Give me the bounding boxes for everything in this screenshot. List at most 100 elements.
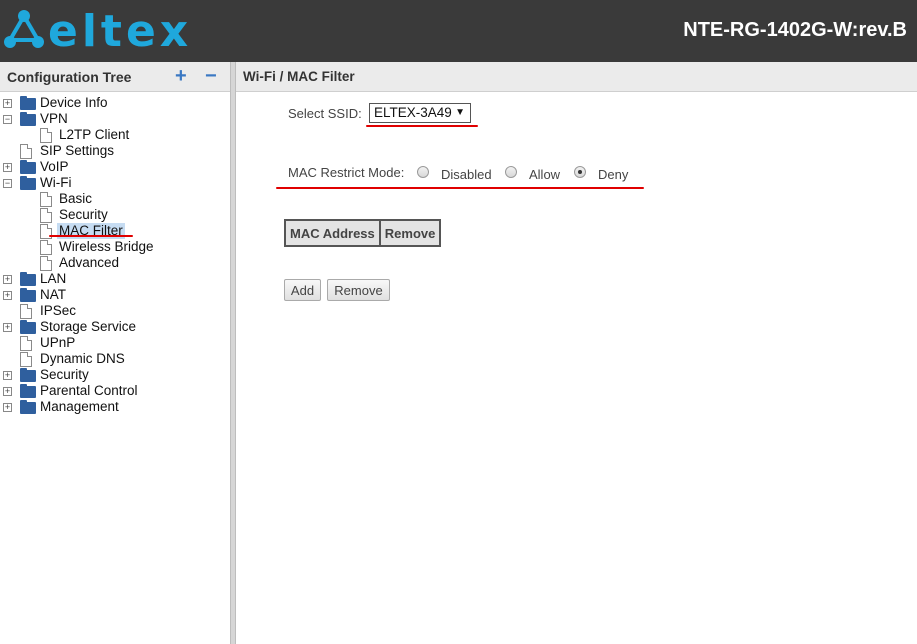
tree-item-storage-service[interactable]: + Storage Service — [0, 319, 230, 335]
radio-disabled[interactable] — [417, 166, 429, 178]
top-header: eltex NTE-RG-1402G-W:rev.B — [0, 0, 917, 62]
folder-icon — [20, 272, 36, 286]
column-remove: Remove — [378, 219, 442, 247]
tree-item-nat[interactable]: + NAT — [0, 287, 230, 303]
folder-icon — [20, 176, 36, 190]
column-mac-address: MAC Address — [284, 219, 381, 247]
folder-icon — [20, 400, 36, 414]
breadcrumb: Wi-Fi / MAC Filter — [243, 69, 355, 84]
tree-item-wifi-security[interactable]: Security — [0, 207, 230, 223]
expand-icon[interactable]: + — [3, 323, 12, 332]
expand-icon[interactable]: + — [3, 387, 12, 396]
tree-item-wireless-bridge[interactable]: Wireless Bridge — [0, 239, 230, 255]
tree-item-label: VoIP — [40, 159, 69, 174]
tree-item-ipsec[interactable]: IPSec — [0, 303, 230, 319]
folder-icon — [20, 384, 36, 398]
brand-name: eltex — [48, 6, 193, 57]
tree-item-label: UPnP — [40, 335, 76, 350]
radio-deny-label: Deny — [598, 167, 629, 182]
annotation-underline — [276, 187, 644, 189]
radio-allow-label: Allow — [529, 167, 561, 182]
expand-icon[interactable]: + — [3, 275, 12, 284]
annotation-underline — [49, 235, 133, 237]
tree-item-label: Management — [40, 399, 119, 414]
document-icon — [40, 192, 52, 207]
tree-item-label: Basic — [59, 191, 93, 206]
ssid-selected-value: ELTEX-3A49 — [374, 105, 452, 120]
tree-item-voip[interactable]: + VoIP — [0, 159, 230, 175]
radio-allow[interactable] — [505, 166, 517, 178]
document-icon — [20, 336, 32, 351]
tree-item-label: Security — [59, 207, 108, 222]
tree-item-label: Dynamic DNS — [40, 351, 125, 366]
eltex-logo: eltex — [0, 4, 200, 60]
expand-icon[interactable]: + — [3, 371, 12, 380]
main-panel: Wi-Fi / MAC Filter Select SSID: ELTEX-3A… — [236, 62, 917, 644]
tree-item-security[interactable]: + Security — [0, 367, 230, 383]
chevron-down-icon: ▼ — [455, 107, 465, 118]
expand-icon[interactable]: + — [3, 163, 12, 172]
ssid-select[interactable]: ELTEX-3A49 ▼ — [369, 103, 471, 123]
folder-icon — [20, 112, 36, 126]
radio-deny[interactable] — [574, 166, 586, 178]
tree-item-sip-settings[interactable]: SIP Settings — [0, 143, 230, 159]
tree-item-label: L2TP Client — [59, 127, 130, 142]
device-model: NTE-RG-1402G-W:rev.B — [683, 19, 907, 41]
sidebar-header: Configuration Tree + − — [0, 62, 230, 92]
tree-item-advanced[interactable]: Advanced — [0, 255, 230, 271]
tree-item-label: SIP Settings — [40, 143, 115, 158]
tree-item-label: Wi-Fi — [40, 175, 72, 190]
document-icon — [20, 304, 32, 319]
network-logo-icon — [4, 10, 44, 48]
tree-item-basic[interactable]: Basic — [0, 191, 230, 207]
collapse-icon[interactable]: − — [3, 115, 12, 124]
tree-item-label: Storage Service — [40, 319, 137, 334]
tree-item-label: LAN — [40, 271, 67, 286]
tree-item-wifi[interactable]: − Wi-Fi — [0, 175, 230, 191]
annotation-underline — [366, 125, 478, 127]
folder-icon — [20, 160, 36, 174]
mac-restrict-mode-label: MAC Restrict Mode: — [288, 165, 405, 180]
expand-icon[interactable]: + — [3, 403, 12, 412]
tree-item-label: Advanced — [59, 255, 120, 270]
tree-item-lan[interactable]: + LAN — [0, 271, 230, 287]
add-button[interactable]: Add — [284, 279, 321, 301]
tree-item-label: Security — [40, 367, 89, 382]
remove-button[interactable]: Remove — [327, 279, 390, 301]
folder-icon — [20, 288, 36, 302]
document-icon — [20, 144, 32, 159]
document-icon — [40, 128, 52, 143]
document-icon — [40, 240, 52, 255]
folder-icon — [20, 368, 36, 382]
document-icon — [40, 208, 52, 223]
tree-item-label: NAT — [40, 287, 66, 302]
expand-all-icon[interactable]: + — [175, 66, 187, 86]
tree-item-l2tp-client[interactable]: L2TP Client — [0, 127, 230, 143]
tree-item-vpn[interactable]: − VPN — [0, 111, 230, 127]
document-icon — [20, 352, 32, 367]
document-icon — [40, 256, 52, 271]
tree-item-device-info[interactable]: + Device Info — [0, 95, 230, 111]
table-header-row: MAC Address Remove — [284, 219, 442, 247]
tree-item-parental-control[interactable]: + Parental Control — [0, 383, 230, 399]
radio-disabled-label: Disabled — [441, 167, 492, 182]
tree-item-label: VPN — [40, 111, 68, 126]
configuration-sidebar: Configuration Tree + − + Device Info − V… — [0, 62, 230, 644]
expand-icon[interactable]: + — [3, 99, 12, 108]
mac-address-table: MAC Address Remove — [284, 219, 442, 247]
collapse-icon[interactable]: − — [3, 179, 12, 188]
main-header: Wi-Fi / MAC Filter — [236, 62, 917, 92]
tree-item-label: IPSec — [40, 303, 77, 318]
folder-icon — [20, 96, 36, 110]
tree-item-upnp[interactable]: UPnP — [0, 335, 230, 351]
tree-item-label: Wireless Bridge — [59, 239, 154, 254]
tree-item-label: Parental Control — [40, 383, 138, 398]
sidebar-title: Configuration Tree — [7, 69, 132, 85]
expand-icon[interactable]: + — [3, 291, 12, 300]
folder-icon — [20, 320, 36, 334]
tree-item-label: Device Info — [40, 95, 108, 110]
tree-item-dynamic-dns[interactable]: Dynamic DNS — [0, 351, 230, 367]
collapse-all-icon[interactable]: − — [205, 66, 217, 86]
tree-item-management[interactable]: + Management — [0, 399, 230, 415]
ssid-label: Select SSID: — [288, 106, 362, 121]
